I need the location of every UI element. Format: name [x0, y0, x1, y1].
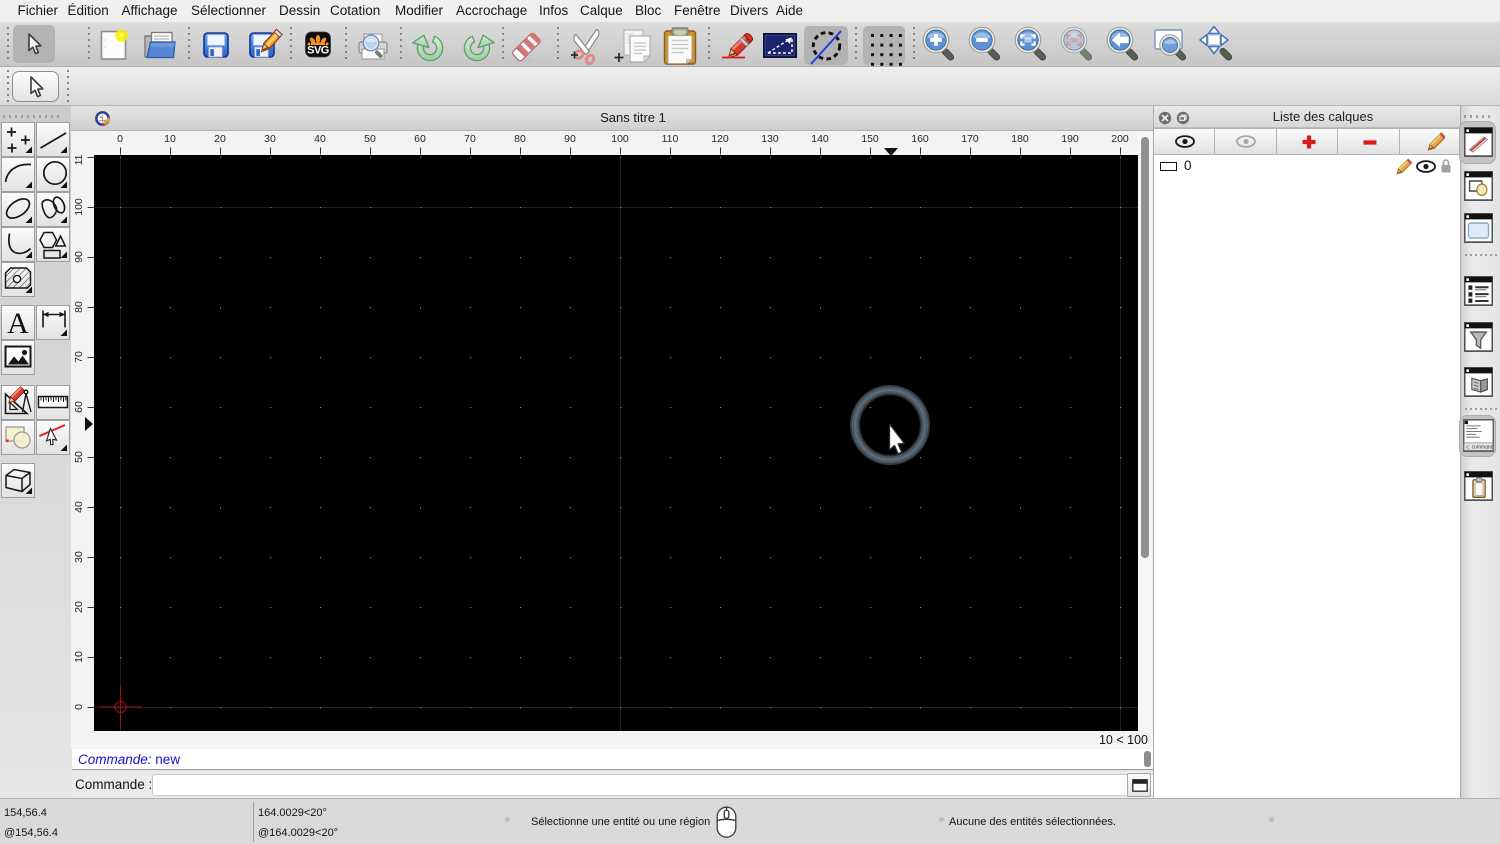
svg-text:110: 110: [73, 155, 85, 165]
svg-text:SVG: SVG: [307, 45, 329, 57]
svg-text:70: 70: [73, 351, 85, 363]
svg-text:50: 50: [364, 133, 376, 145]
svg-text:130: 130: [761, 133, 779, 145]
svg-text:30: 30: [73, 551, 85, 563]
svg-text:10: 10: [73, 651, 85, 663]
svg-text:150: 150: [861, 133, 879, 145]
svg-text:80: 80: [514, 133, 526, 145]
svg-text:80: 80: [73, 301, 85, 313]
svg-text:60: 60: [414, 133, 426, 145]
svg-text:160: 160: [911, 133, 929, 145]
svg-text:30: 30: [264, 133, 276, 145]
svg-text:90: 90: [73, 251, 85, 263]
svg-text:40: 40: [314, 133, 326, 145]
svg-text:A: A: [7, 307, 29, 339]
svg-text:200: 200: [1111, 133, 1129, 145]
svg-text:20: 20: [214, 133, 226, 145]
svg-text:20: 20: [73, 601, 85, 613]
svg-text:0: 0: [117, 133, 123, 145]
svg-text:180: 180: [1011, 133, 1029, 145]
svg-text:40: 40: [73, 501, 85, 513]
svg-text:50: 50: [73, 451, 85, 463]
svg-text:190: 190: [1061, 133, 1079, 145]
svg-text:170: 170: [961, 133, 979, 145]
svg-text:60: 60: [73, 401, 85, 413]
svg-text:70: 70: [464, 133, 476, 145]
svg-text:90: 90: [564, 133, 576, 145]
svg-text:140: 140: [811, 133, 829, 145]
svg-text:c: command: c: command: [1466, 445, 1493, 451]
svg-text:10: 10: [164, 133, 176, 145]
svg-text:0: 0: [73, 704, 85, 710]
svg-text:120: 120: [711, 133, 729, 145]
svg-text:110: 110: [662, 133, 679, 145]
svg-text:100: 100: [73, 198, 85, 216]
svg-text:100: 100: [611, 133, 629, 145]
